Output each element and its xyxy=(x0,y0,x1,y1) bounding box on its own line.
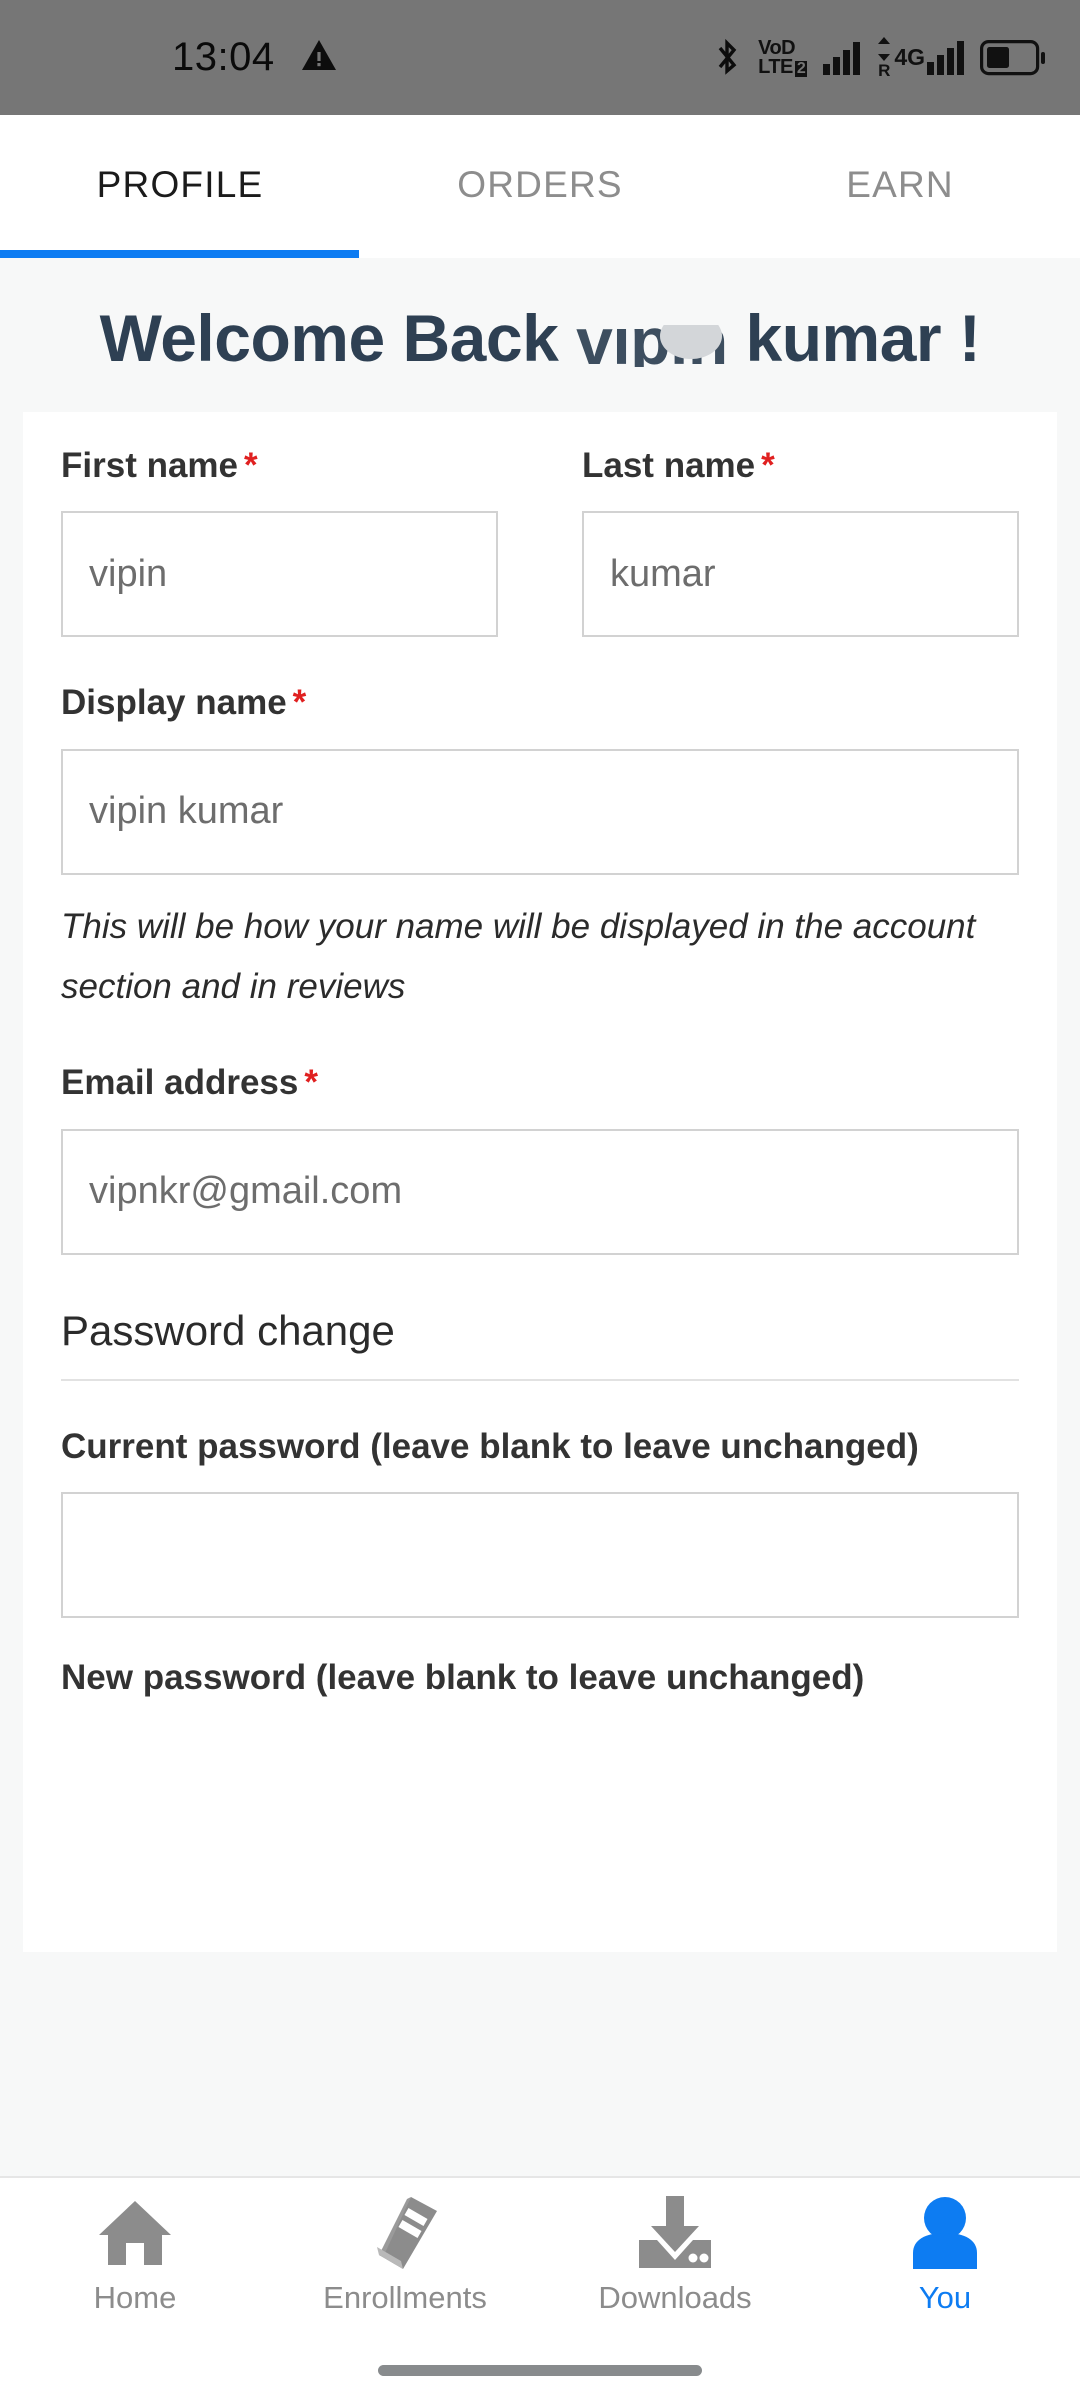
volte-sim-badge: 2 xyxy=(794,59,808,77)
home-icon xyxy=(96,2194,174,2272)
nav-label-downloads: Downloads xyxy=(598,2280,752,2315)
password-change-heading: Password change xyxy=(61,1306,395,1354)
current-password-input[interactable] xyxy=(61,1492,1019,1619)
home-indicator-bar xyxy=(378,2365,702,2376)
first-name-input[interactable]: vipin xyxy=(61,511,498,638)
email-label: Email address * xyxy=(61,1063,318,1103)
network-type-label: 4G xyxy=(894,44,925,70)
data-network-indicator: R 4G xyxy=(876,36,964,79)
active-tab-indicator xyxy=(0,250,359,258)
nav-label-home: Home xyxy=(93,2280,177,2315)
volte-indicator: VoD LTE 2 xyxy=(758,36,808,78)
status-bar-clock: 13:04 xyxy=(172,35,275,79)
bluetooth-icon xyxy=(712,37,742,79)
app-screen: 13:04 VoD LTE 2 R 4G PROFILE ORDERS EARN… xyxy=(0,0,1080,2400)
welcome-hero: Welcome Back vipin kumar ! xyxy=(0,258,1080,412)
last-name-input[interactable]: kumar xyxy=(582,511,1019,638)
welcome-firstname-glitched: vipin xyxy=(576,325,728,367)
last-name-label: Last name * xyxy=(582,445,775,485)
download-tray-icon xyxy=(633,2194,717,2272)
required-asterisk: * xyxy=(761,445,775,485)
welcome-lastname: kumar ! xyxy=(745,301,981,375)
first-name-group: First name * vipin xyxy=(61,440,498,638)
warning-triangle-icon xyxy=(301,39,337,77)
status-bar-left: 13:04 xyxy=(172,35,337,80)
current-password-group: Current password (leave blank to leave u… xyxy=(23,1421,1057,1619)
name-row: First name * vipin Last name * kumar xyxy=(23,440,1057,638)
bottom-navigation-bar: Home Enrollments Downloads You xyxy=(0,2176,1080,2400)
tab-earn[interactable]: EARN xyxy=(720,164,1080,210)
nav-item-you[interactable]: You xyxy=(810,2194,1080,2316)
new-password-label: New password (leave blank to leave uncha… xyxy=(61,1658,865,1698)
volte-top-label: VoD xyxy=(758,36,796,59)
tab-orders[interactable]: ORDERS xyxy=(360,164,720,210)
welcome-prefix: Welcome Back xyxy=(99,301,559,375)
nav-label-enrollments: Enrollments xyxy=(323,2280,487,2315)
volte-bottom-label: LTE xyxy=(758,55,793,78)
section-divider xyxy=(61,1378,1019,1381)
page-title: Welcome Back vipin kumar ! xyxy=(56,300,1024,378)
nav-item-downloads[interactable]: Downloads xyxy=(540,2194,810,2316)
required-asterisk: * xyxy=(304,1063,318,1103)
last-name-group: Last name * kumar xyxy=(582,440,1019,638)
person-icon xyxy=(909,2194,981,2272)
current-password-label: Current password (leave blank to leave u… xyxy=(61,1426,919,1466)
nav-item-enrollments[interactable]: Enrollments xyxy=(270,2194,540,2316)
email-group: Email address * vipnkr@gmail.com xyxy=(23,1057,1057,1255)
signal-bars-sim1-icon xyxy=(823,41,861,75)
nav-item-home[interactable]: Home xyxy=(0,2194,270,2316)
profile-form-card: First name * vipin Last name * kumar Displ… xyxy=(23,411,1057,1952)
required-asterisk: * xyxy=(292,683,307,723)
data-arrows-icon: R xyxy=(876,36,892,79)
email-input[interactable]: vipnkr@gmail.com xyxy=(61,1128,1019,1255)
nav-label-you: You xyxy=(918,2280,972,2315)
tab-profile[interactable]: PROFILE xyxy=(0,164,360,210)
profile-scroll-area[interactable]: Welcome Back vipin kumar ! First name * v… xyxy=(0,258,1080,2176)
display-name-help-text: This will be how your name will be displ… xyxy=(61,906,976,1007)
roaming-label: R xyxy=(878,61,891,80)
status-bar-right: VoD LTE 2 R 4G xyxy=(696,36,1046,79)
book-icon xyxy=(367,2194,443,2272)
first-name-label: First name * xyxy=(61,445,258,485)
required-asterisk: * xyxy=(244,445,258,485)
status-bar: 13:04 VoD LTE 2 R 4G xyxy=(0,0,1080,115)
display-name-input[interactable]: vipin kumar xyxy=(61,748,1019,875)
display-name-group: Display name * vipin kumar xyxy=(23,677,1057,875)
display-name-label: Display name * xyxy=(61,683,307,723)
battery-icon xyxy=(980,39,1046,76)
top-tab-bar: PROFILE ORDERS EARN xyxy=(0,115,1080,258)
new-password-group: New password (leave blank to leave uncha… xyxy=(23,1652,1057,1705)
